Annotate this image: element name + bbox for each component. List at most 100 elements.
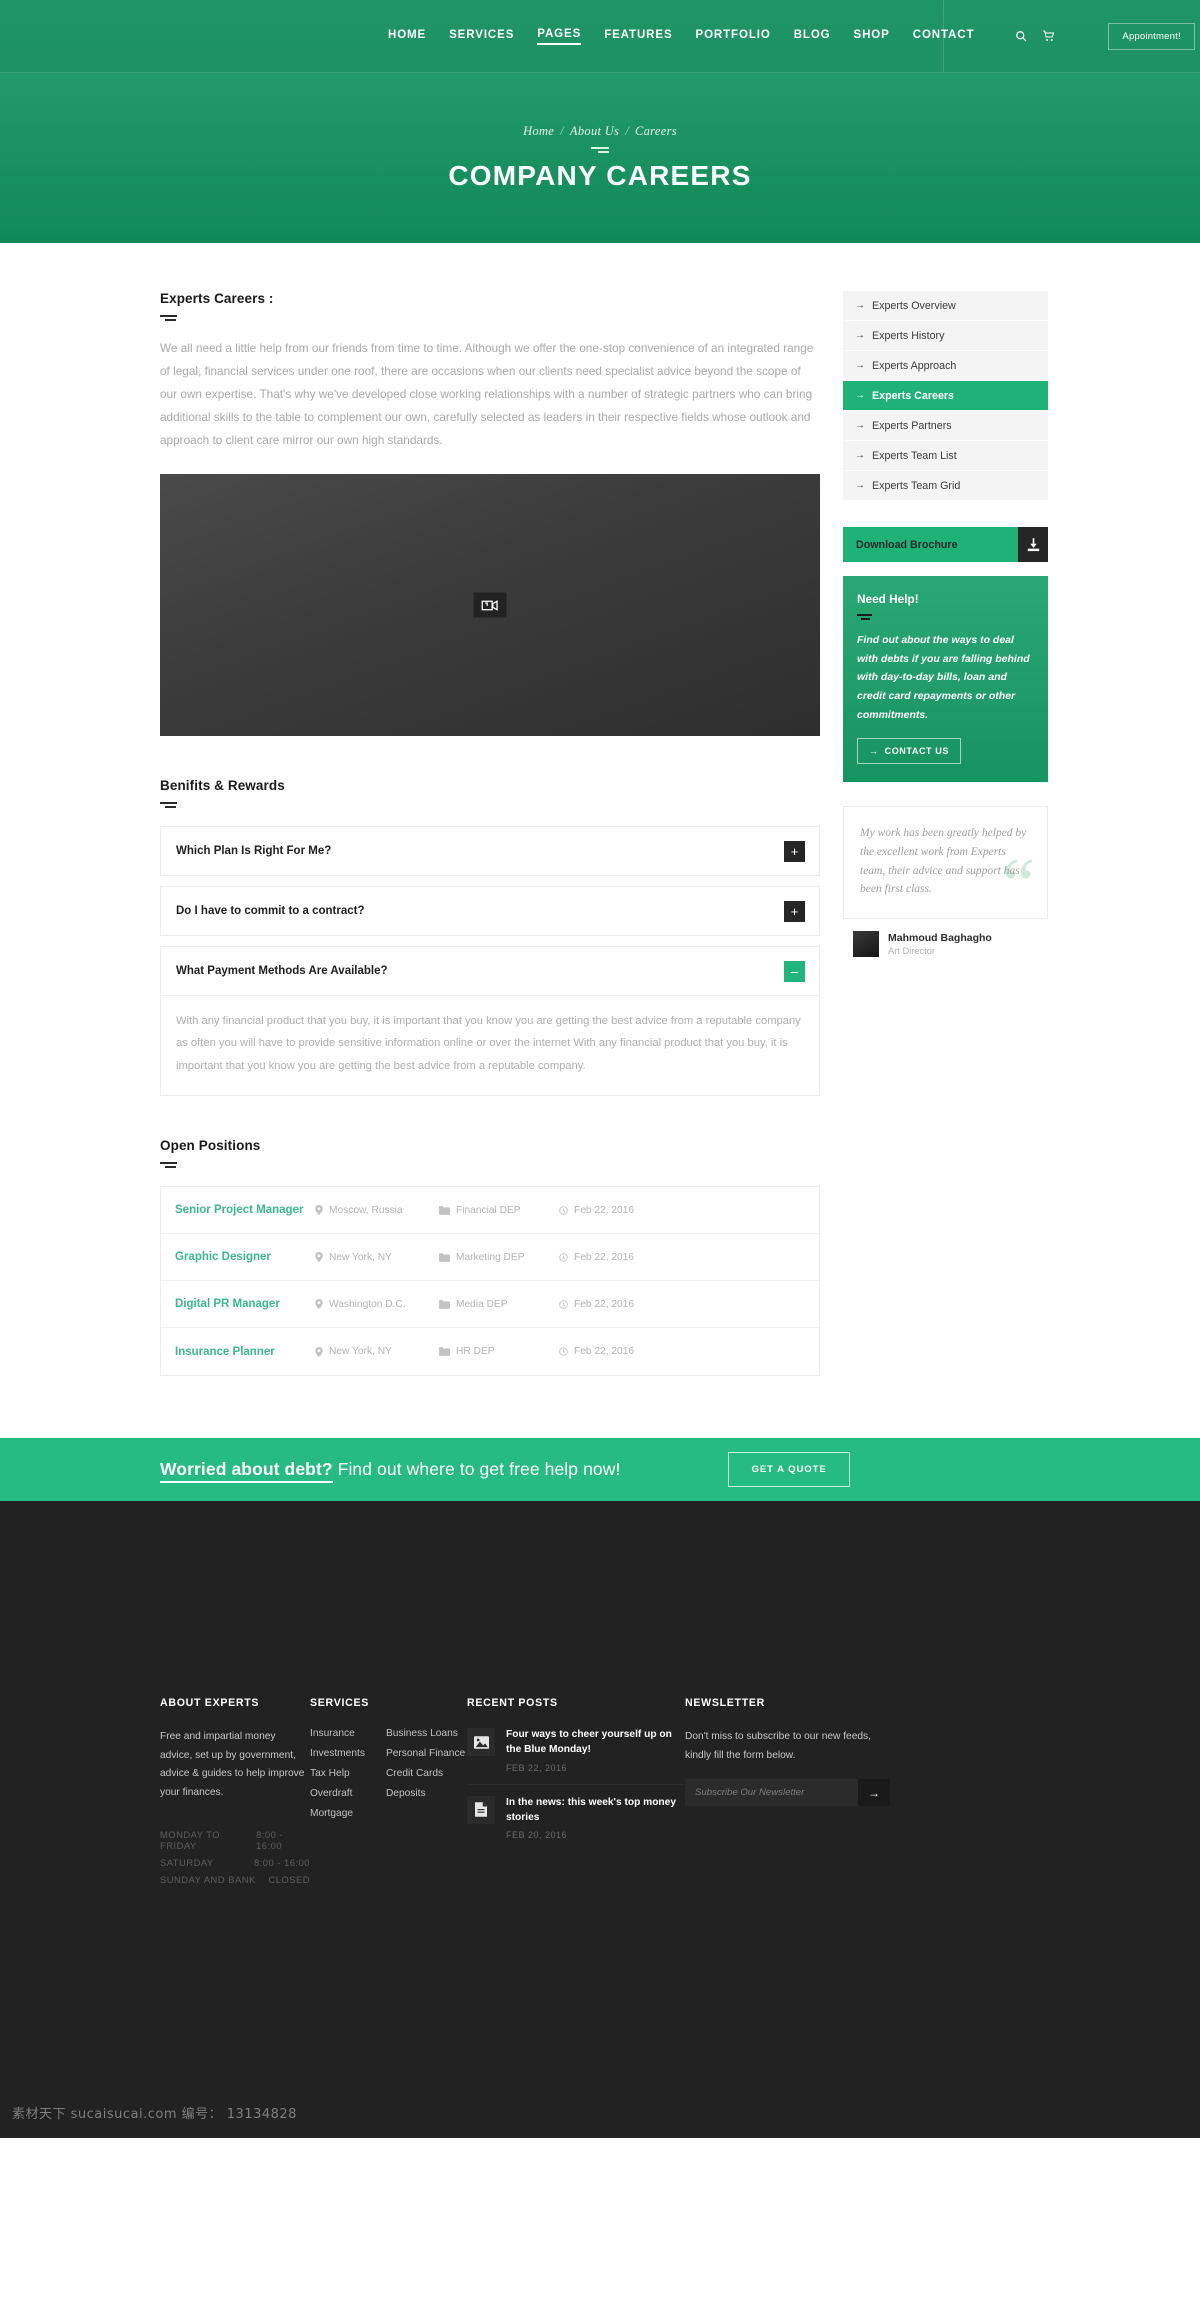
benefits-heading: Benifits & Rewards xyxy=(160,778,285,793)
recent-post-item[interactable]: Four ways to cheer yourself up on the Bl… xyxy=(467,1728,685,1785)
sidebar-item-experts-overview[interactable]: → Experts Overview xyxy=(843,291,1048,320)
testimonial-author-role: Art Director xyxy=(888,945,936,956)
position-location-text: New York, NY xyxy=(329,1251,392,1263)
newsletter-form: → xyxy=(685,1779,890,1807)
arrow-right-icon: → xyxy=(855,360,865,371)
footer-link-credit-cards[interactable]: Credit Cards xyxy=(386,1768,465,1779)
map-pin-icon xyxy=(315,1252,323,1263)
header-divider xyxy=(943,0,944,72)
recent-post-title[interactable]: In the news: this week's top money stori… xyxy=(506,1796,685,1826)
section-divider-mark xyxy=(857,614,1034,620)
accordion-header[interactable]: What Payment Methods Are Available? – xyxy=(161,947,819,995)
footer-link-tax-help[interactable]: Tax Help xyxy=(310,1768,365,1779)
site-header: HOME SERVICES PAGES FEATURES PORTFOLIO B… xyxy=(0,0,1200,73)
get-a-quote-button[interactable]: GET A QUOTE xyxy=(728,1452,850,1488)
folder-icon xyxy=(439,1347,450,1357)
folder-icon xyxy=(439,1252,450,1262)
sidebar-item-experts-careers[interactable]: → Experts Careers xyxy=(843,381,1048,410)
footer-link-business-loans[interactable]: Business Loans xyxy=(386,1728,465,1739)
footer-link-personal-finance[interactable]: Personal Finance xyxy=(386,1748,465,1759)
sidebar-item-label: Experts Approach xyxy=(872,359,957,372)
breadcrumb-item-home[interactable]: Home xyxy=(523,124,554,138)
nav-item-home[interactable]: HOME xyxy=(388,29,426,44)
position-title[interactable]: Senior Project Manager xyxy=(175,1204,315,1216)
newsletter-submit-button[interactable]: → xyxy=(858,1779,890,1807)
nav-item-features[interactable]: FEATURES xyxy=(604,29,672,44)
accordion-toggle-minus-icon[interactable]: – xyxy=(784,960,805,982)
nav-item-blog[interactable]: BLOG xyxy=(794,29,831,44)
position-location: Moscow, Russia xyxy=(315,1205,439,1216)
brochure-label: Download Brochure xyxy=(856,538,958,551)
hours-day: SATURDAY xyxy=(160,1857,214,1869)
download-brochure-button[interactable]: Download Brochure xyxy=(843,527,1048,562)
newsletter-email-input[interactable] xyxy=(685,1779,858,1807)
sidebar-item-experts-approach[interactable]: → Experts Approach xyxy=(843,351,1048,380)
search-icon[interactable] xyxy=(1015,30,1027,42)
table-row[interactable]: Senior Project Manager Moscow, Russia Fi… xyxy=(161,1187,819,1235)
nav-item-services[interactable]: SERVICES xyxy=(449,29,514,44)
sidebar-item-experts-partners[interactable]: → Experts Partners xyxy=(843,411,1048,440)
position-department-text: HR DEP xyxy=(456,1346,495,1358)
faq-accordion: Which Plan Is Right For Me? + Do I have … xyxy=(160,826,820,1097)
accordion-header[interactable]: Which Plan Is Right For Me? + xyxy=(161,827,819,875)
breadcrumb: Home / About Us / Careers xyxy=(523,124,677,139)
position-date-text: Feb 22, 2016 xyxy=(574,1204,635,1216)
download-icon[interactable] xyxy=(1018,527,1048,562)
sidebar-item-experts-team-list[interactable]: → Experts Team List xyxy=(843,441,1048,470)
position-department: Financial DEP xyxy=(439,1205,559,1216)
hours-time: CLOSED xyxy=(268,1874,310,1886)
sidebar-menu: → Experts Overview → Experts History → E… xyxy=(843,291,1048,500)
section-divider-mark xyxy=(160,315,820,321)
watermark-text: 素材天下 sucaisucai.com 编号： 13134828 xyxy=(12,2106,297,2122)
accordion-toggle-plus-icon[interactable]: + xyxy=(784,840,805,862)
footer-services-links: Insurance Investments Tax Help Overdraft… xyxy=(310,1728,467,1828)
footer-about-column: ABOUT EXPERTS Free and impartial money a… xyxy=(160,1697,310,1891)
map-pin-icon xyxy=(315,1299,323,1310)
arrow-right-icon: → xyxy=(855,480,865,491)
accordion-header[interactable]: Do I have to commit to a contract? + xyxy=(161,887,819,935)
video-placeholder[interactable] xyxy=(160,474,820,736)
position-location-text: New York, NY xyxy=(329,1346,392,1358)
footer-link-overdraft[interactable]: Overdraft xyxy=(310,1788,365,1799)
cart-icon[interactable] xyxy=(1042,30,1055,42)
position-title[interactable]: Insurance Planner xyxy=(175,1346,315,1358)
position-title[interactable]: Graphic Designer xyxy=(175,1251,315,1263)
accordion-toggle-plus-icon[interactable]: + xyxy=(784,900,805,922)
intro-paragraph: We all need a little help from our frien… xyxy=(160,341,814,447)
arrow-right-icon: → xyxy=(868,1785,880,1800)
sidebar-item-experts-team-grid[interactable]: → Experts Team Grid xyxy=(843,471,1048,500)
hours-day: MONDAY TO FRIDAY xyxy=(160,1829,221,1852)
sidebar-item-label: Experts History xyxy=(872,329,945,342)
breadcrumb-item-careers[interactable]: Careers xyxy=(635,124,677,138)
position-title[interactable]: Digital PR Manager xyxy=(175,1298,315,1310)
recent-post-item[interactable]: In the news: this week's top money stori… xyxy=(467,1795,685,1852)
position-department-text: Financial DEP xyxy=(456,1204,521,1216)
testimonial-author-name: Mahmoud Baghagho xyxy=(888,931,992,944)
footer-link-mortgage[interactable]: Mortgage xyxy=(310,1808,365,1819)
table-row[interactable]: Digital PR Manager Washington D.C. Media… xyxy=(161,1281,819,1329)
footer-link-deposits[interactable]: Deposits xyxy=(386,1788,465,1799)
footer-columns: ABOUT EXPERTS Free and impartial money a… xyxy=(160,1697,1200,1891)
table-row[interactable]: Insurance Planner New York, NY HR DEP Fe… xyxy=(161,1328,819,1375)
header-icons xyxy=(1015,30,1055,42)
accordion-item-expanded: What Payment Methods Are Available? – Wi… xyxy=(160,946,820,1097)
contact-us-button[interactable]: → CONTACT US xyxy=(857,738,961,765)
position-location: New York, NY xyxy=(315,1252,439,1263)
footer-link-insurance[interactable]: Insurance xyxy=(310,1728,365,1739)
nav-item-shop[interactable]: SHOP xyxy=(854,29,890,44)
breadcrumb-item-about[interactable]: About Us xyxy=(570,124,619,138)
nav-item-portfolio[interactable]: PORTFOLIO xyxy=(696,29,771,44)
avatar xyxy=(853,930,879,957)
benefits-section: Benifits & Rewards Which Plan Is Right F… xyxy=(160,778,820,1097)
recent-post-date: FEB 22, 2016 xyxy=(506,1762,568,1773)
sidebar-item-experts-history[interactable]: → Experts History xyxy=(843,321,1048,350)
nav-item-pages[interactable]: PAGES xyxy=(537,28,582,45)
need-help-widget: Need Help! Find out about the ways to de… xyxy=(843,576,1048,783)
footer-newsletter-column: NEWSLETTER Don't miss to subscribe to ou… xyxy=(685,1697,890,1891)
footer-link-investments[interactable]: Investments xyxy=(310,1748,365,1759)
table-row[interactable]: Graphic Designer New York, NY Marketing … xyxy=(161,1234,819,1282)
recent-post-title[interactable]: Four ways to cheer yourself up on the Bl… xyxy=(506,1728,685,1758)
appointment-button[interactable]: Appointment! xyxy=(1108,22,1195,50)
position-department: Media DEP xyxy=(439,1299,559,1310)
video-placeholder-icon[interactable] xyxy=(473,592,507,618)
